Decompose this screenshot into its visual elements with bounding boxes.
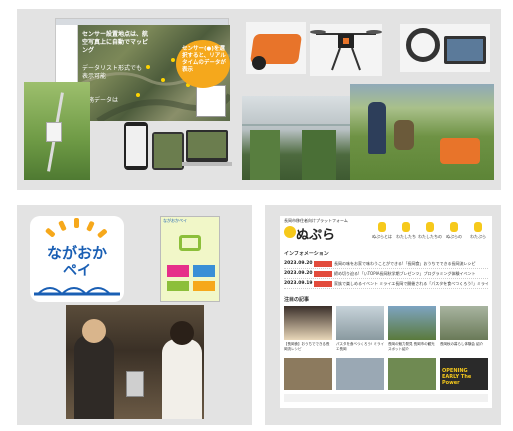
card-caption: 長岡の魅力発見 長岡市の観光スポット紹介 xyxy=(388,342,435,351)
article-card[interactable]: 長岡の魅力発見 長岡市の観光スポット紹介 xyxy=(388,306,436,352)
pay-button-2[interactable] xyxy=(193,265,215,277)
nav-item-1[interactable]: ぬぷらとは xyxy=(370,234,394,240)
nav-icon-3 xyxy=(426,222,434,232)
person-standing xyxy=(368,102,386,154)
website-screenshot: 長岡市移住者向けプラットフォーム ぬぷら ぬぷらとは わたしたち わたしたちの … xyxy=(280,216,492,408)
news-date: 2023.09.19 xyxy=(284,281,313,286)
nagaoka-pay-app-icon: ながおか ペイ xyxy=(30,216,124,302)
news-text: 締め切り迫る!「いTOPIA長岡秋学期ブレゼンツ」プログラミング体験イベント xyxy=(334,271,476,276)
gps-monitor-screen xyxy=(447,39,483,61)
map-caption-title: センサー設置地点は、航空写真上に自動でマッピング xyxy=(82,31,149,54)
callout-bubble-text: センサー(●)を選択すると、リアルタイムのデータが表示 xyxy=(182,46,226,73)
news-row[interactable]: 2023.09.20 長岡の味をお家で味わうことができる!「長岡食」おうちででき… xyxy=(284,260,488,269)
map-caption-note: 業務データは xyxy=(82,97,119,104)
card-caption: パスタを食べつくろう! ミライエ長岡 xyxy=(336,342,385,351)
pay-app-screenshot: ながおかペイ xyxy=(160,216,220,302)
news-tag xyxy=(314,281,332,287)
promo-banner[interactable]: OPENING EARLY The Power xyxy=(440,358,488,390)
nav-item-5[interactable]: わたぷら xyxy=(466,234,490,240)
steering-wheel-icon xyxy=(406,28,440,62)
map-caption-sub: データリスト形式でも表示可能 xyxy=(82,65,143,80)
greenhouse-frame xyxy=(242,96,350,126)
bridge-icon xyxy=(34,287,120,296)
news-row[interactable]: 2023.09.20 締め切り迫る!「いTOPIA長岡秋学期ブレゼンツ」プログラ… xyxy=(284,270,488,279)
thumb[interactable] xyxy=(336,358,384,390)
shop-payment-photo xyxy=(66,305,204,419)
robot-mower-photo xyxy=(246,22,306,74)
nav-item-4[interactable]: ぬぷらの xyxy=(442,234,466,240)
thumb[interactable] xyxy=(284,358,332,390)
news-date: 2023.09.20 xyxy=(284,261,313,266)
mower-wheel xyxy=(252,56,266,70)
staff-person xyxy=(162,339,202,419)
pay-button-4[interactable] xyxy=(193,281,215,291)
field-mower xyxy=(440,138,480,164)
laptop-base xyxy=(182,162,232,166)
news-tag xyxy=(314,271,332,277)
card-image-greenhouse xyxy=(336,306,384,340)
news-text: 家族で楽しめるイベント ミライエ長岡で開催される「パスタを食べつくろう!」ミライ… xyxy=(334,281,488,286)
thumbnail-row: OPENING EARLY The Power xyxy=(284,358,488,390)
customer-head xyxy=(82,319,106,343)
article-card[interactable]: パスタを食べつくろう! ミライエ長岡 xyxy=(336,306,384,352)
sensor-box xyxy=(46,122,62,142)
nav-item-2[interactable]: わたしたち xyxy=(394,234,418,240)
card-image-landscape xyxy=(388,306,436,340)
nav-icon-5 xyxy=(474,222,482,232)
drone-icon xyxy=(310,30,382,71)
news-row[interactable]: 2023.09.19 家族で楽しめるイベント ミライエ長岡で開催される「パスタを… xyxy=(284,280,488,289)
pay-button-3[interactable] xyxy=(167,281,189,291)
field-sensor-photo xyxy=(24,82,90,180)
info-heading: インフォメーション xyxy=(284,251,329,257)
site-footer-strip xyxy=(284,394,488,402)
phone-screen xyxy=(126,126,146,166)
nav-icon-1 xyxy=(378,222,386,232)
card-caption: 長岡秋の暮らし体験会 紹介 xyxy=(440,342,484,346)
article-card[interactable]: 【長岡食】おうちでできる長岡流レシピ xyxy=(284,306,332,352)
card-image-chef xyxy=(284,306,332,340)
tablet-map-screen xyxy=(154,134,182,168)
plant-row xyxy=(250,130,280,180)
site-logo-icon xyxy=(284,226,296,238)
pos-terminal xyxy=(126,371,144,397)
news-text: 長岡の味をお家で味わうことができる!「長岡食」おうちでできる長岡流レシピ xyxy=(334,261,476,266)
laptop-map-screen xyxy=(188,132,226,158)
drone-photo xyxy=(310,24,382,76)
news-date: 2023.09.20 xyxy=(284,271,313,276)
tractor-gps-photo xyxy=(400,24,490,72)
customer-person xyxy=(74,335,114,419)
thumb[interactable] xyxy=(388,358,436,390)
staff-head xyxy=(170,321,194,345)
app-icon-line2: ペイ xyxy=(63,263,91,279)
article-card[interactable]: 長岡秋の暮らし体験会 紹介 xyxy=(440,306,488,352)
laptop-device xyxy=(186,130,228,162)
site-nav: ぬぷらとは わたしたち わたしたちの ぬぷらの わたぷら xyxy=(370,222,490,242)
pay-app-header: ながおかペイ xyxy=(163,218,187,223)
nav-icon-4 xyxy=(450,222,458,232)
promo-banner-text: OPENING EARLY The Power xyxy=(442,368,472,386)
plant-row xyxy=(302,130,336,180)
smartphone-device xyxy=(124,122,148,170)
field-people-photo xyxy=(350,84,494,180)
greenhouse-photo xyxy=(242,96,350,180)
cart-icon xyxy=(179,235,201,251)
card-image-people xyxy=(440,306,488,340)
news-tag xyxy=(314,261,332,267)
card-caption: 【長岡食】おうちでできる長岡流レシピ xyxy=(284,342,330,351)
person-crouching xyxy=(394,120,414,150)
site-logo: ぬぷら xyxy=(296,228,336,243)
nav-icon-2 xyxy=(402,222,410,232)
section-heading: 注目の記事 xyxy=(284,297,310,303)
pay-button-1[interactable] xyxy=(167,265,189,277)
nav-item-3[interactable]: わたしたちの xyxy=(418,234,442,240)
tablet-device xyxy=(152,132,184,170)
sensor-detail-popup xyxy=(196,85,226,117)
